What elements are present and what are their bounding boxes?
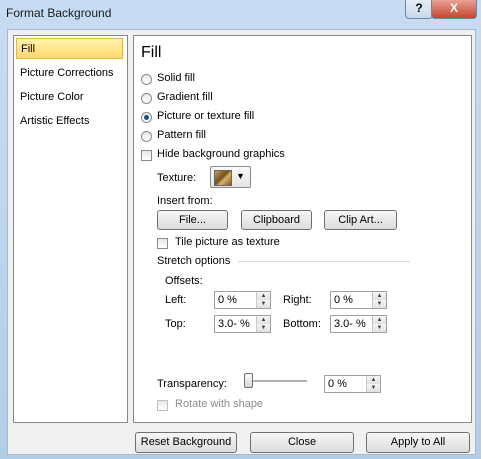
right-offset-value: 0 %	[334, 294, 353, 306]
spin-up-icon[interactable]: ▲	[257, 292, 270, 300]
nav-item-picture-corrections[interactable]: Picture Corrections	[16, 63, 123, 84]
window-title: Format Background	[6, 6, 112, 20]
nav-item-artistic-effects[interactable]: Artistic Effects	[16, 111, 123, 132]
tile-picture-label[interactable]: Tile picture as texture	[175, 236, 280, 248]
nav-item-picture-color[interactable]: Picture Color	[16, 87, 123, 108]
right-offset-spinner[interactable]: 0 % ▲ ▼	[330, 291, 387, 309]
nav-item-fill[interactable]: Fill	[16, 38, 123, 59]
dialog-window: Format Background ? X Fill Picture Corre…	[0, 0, 481, 459]
spin-down-icon[interactable]: ▼	[367, 384, 380, 392]
clipboard-button[interactable]: Clipboard	[241, 210, 312, 230]
top-offset-label: Top:	[165, 318, 186, 330]
transparency-slider-thumb[interactable]	[244, 373, 253, 388]
category-list: Fill Picture Corrections Picture Color A…	[13, 35, 128, 423]
transparency-spinner[interactable]: 0 % ▲ ▼	[324, 375, 381, 393]
spin-down-icon[interactable]: ▼	[257, 300, 270, 308]
gradient-fill-radio[interactable]	[141, 93, 152, 104]
spin-up-icon[interactable]: ▲	[373, 292, 386, 300]
apply-to-all-button[interactable]: Apply to All	[366, 432, 470, 453]
spin-up-icon[interactable]: ▲	[373, 316, 386, 324]
top-offset-value: 3.0- %	[218, 318, 250, 330]
rotate-with-shape-label[interactable]: Rotate with shape	[175, 398, 263, 410]
reset-background-button[interactable]: Reset Background	[135, 432, 237, 453]
left-offset-spinner[interactable]: 0 % ▲ ▼	[214, 291, 271, 309]
fill-panel: Fill Solid fill Gradient fill Picture or…	[133, 35, 472, 423]
bottom-offset-label: Bottom:	[283, 318, 321, 330]
hide-background-label[interactable]: Hide background graphics	[157, 148, 285, 160]
fill-heading: Fill	[141, 44, 162, 61]
file-button[interactable]: File...	[157, 210, 228, 230]
stretch-options-label: Stretch options	[157, 255, 231, 267]
gradient-fill-label[interactable]: Gradient fill	[157, 91, 213, 103]
stretch-separator	[238, 261, 410, 262]
pattern-fill-label[interactable]: Pattern fill	[157, 129, 206, 141]
rotate-with-shape-checkbox[interactable]	[157, 400, 168, 411]
left-offset-value: 0 %	[218, 294, 237, 306]
bottom-offset-spinner[interactable]: 3.0- % ▲ ▼	[330, 315, 387, 333]
hide-background-checkbox[interactable]	[141, 150, 152, 161]
close-window-button[interactable]: X	[431, 0, 477, 19]
left-offset-label: Left:	[165, 294, 187, 306]
pattern-fill-radio[interactable]	[141, 131, 152, 142]
spin-down-icon[interactable]: ▼	[257, 324, 270, 332]
offsets-label: Offsets:	[165, 275, 203, 287]
spin-down-icon[interactable]: ▼	[373, 324, 386, 332]
top-offset-spinner[interactable]: 3.0- % ▲ ▼	[214, 315, 271, 333]
dropdown-arrow-icon: ▼	[236, 171, 245, 181]
transparency-value: 0 %	[328, 378, 347, 390]
solid-fill-radio[interactable]	[141, 74, 152, 85]
insert-from-label: Insert from:	[157, 195, 213, 207]
spin-up-icon[interactable]: ▲	[367, 376, 380, 384]
bottom-offset-value: 3.0- %	[334, 318, 366, 330]
help-button[interactable]: ?	[405, 0, 433, 19]
solid-fill-label[interactable]: Solid fill	[157, 72, 195, 84]
texture-label: Texture:	[157, 172, 197, 184]
spin-up-icon[interactable]: ▲	[257, 316, 270, 324]
spin-down-icon[interactable]: ▼	[373, 300, 386, 308]
title-bar[interactable]: Format Background ? X	[0, 0, 481, 28]
texture-swatch-icon	[214, 170, 232, 186]
transparency-slider-track[interactable]	[245, 380, 307, 383]
transparency-label: Transparency:	[157, 378, 227, 390]
right-offset-label: Right:	[283, 294, 312, 306]
picture-texture-fill-radio[interactable]	[141, 112, 152, 123]
tile-picture-checkbox[interactable]	[157, 238, 168, 249]
texture-dropdown[interactable]: ▼	[210, 166, 251, 188]
clip-art-button[interactable]: Clip Art...	[324, 210, 397, 230]
dialog-client-area: Fill Picture Corrections Picture Color A…	[7, 29, 476, 455]
close-button[interactable]: Close	[250, 432, 354, 453]
picture-texture-fill-label[interactable]: Picture or texture fill	[157, 110, 254, 122]
